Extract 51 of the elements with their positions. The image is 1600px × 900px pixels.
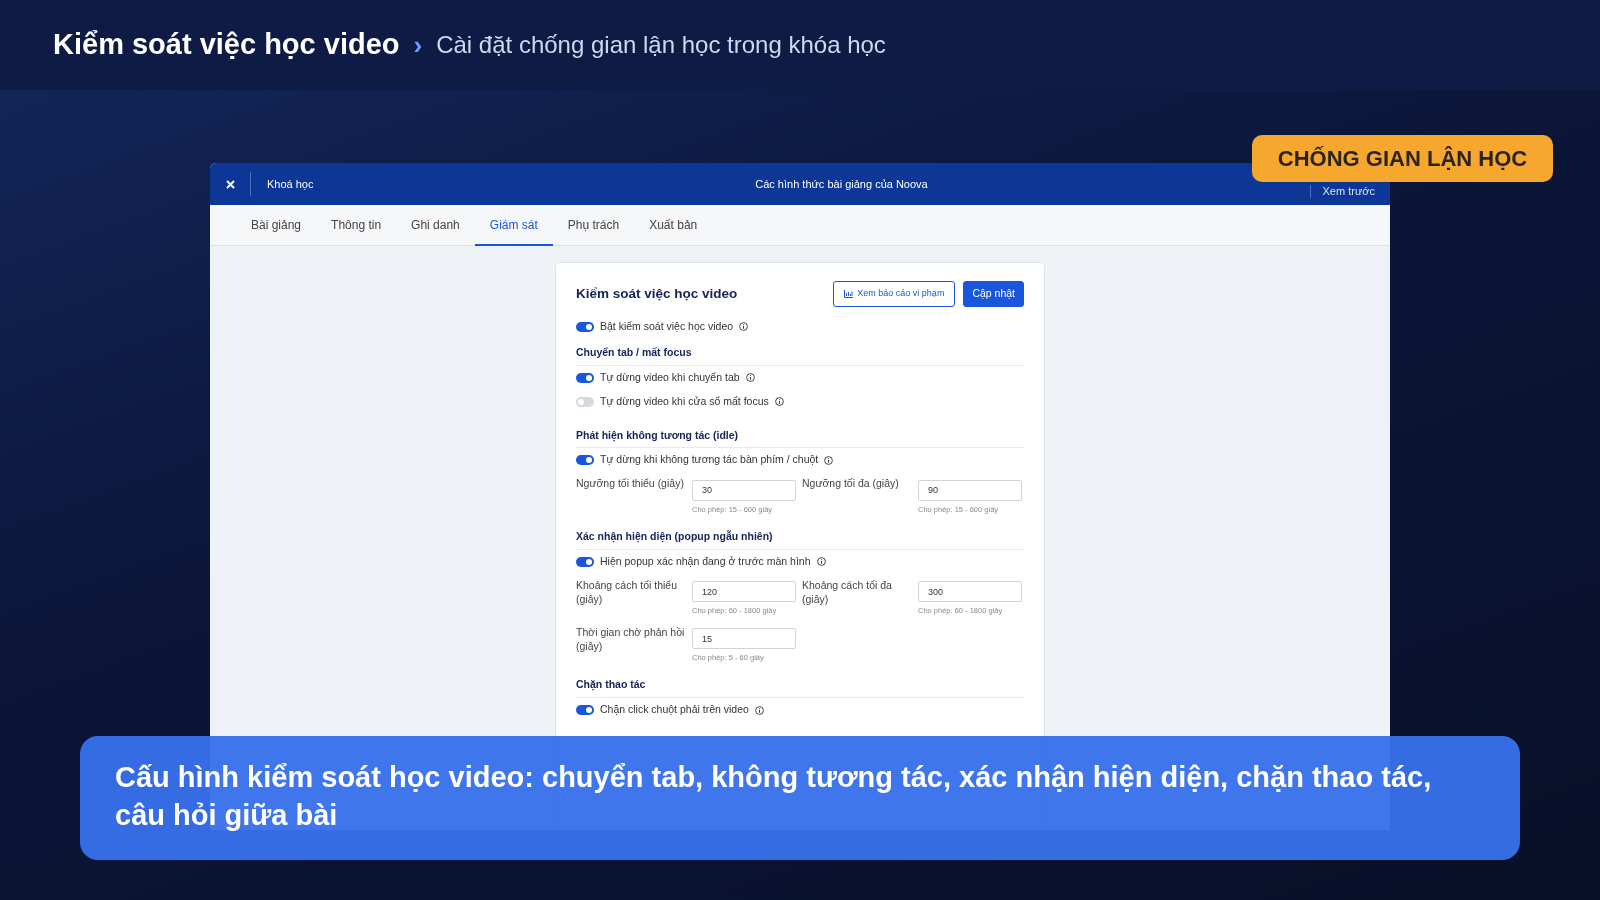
card-title: Kiểm soát việc học video [576,284,738,303]
preview-link[interactable]: Xem trước [1309,185,1375,198]
toggle-label: Tự dừng video khi chuyển tab [600,369,740,385]
section-heading: Chuyển tab / mất focus [576,344,1024,366]
number-field[interactable]: 300 [918,581,1022,603]
number-field[interactable]: 15 [692,628,796,649]
tab[interactable]: Giám sát [474,205,553,246]
number-field[interactable]: 30 [692,479,796,501]
toggle-label: Bật kiểm soát việc học video [600,318,734,334]
number-field[interactable]: 120 [692,581,796,603]
close-icon [225,179,235,189]
report-button[interactable]: Xem báo cáo vi phạm [833,281,956,307]
tab[interactable]: Bài giảng [236,205,317,246]
tab[interactable]: Phụ trách [552,205,635,246]
window-title: Các hình thức bài giảng của Noova [754,176,929,192]
section-heading: Xác nhận hiện diện (popup ngẫu nhiên) [576,529,1024,550]
info-icon [774,397,784,406]
caption-text: Cấu hình kiểm soát học video: chuyển tab, không tương tác, xác nhận hiện diện, chặn thao tác, câu hỏi giữa bài [80,736,1520,860]
toggle-label: Hiện popup xác nhận đang ở trước màn hình [600,553,811,569]
toggle-switch[interactable] [576,321,594,332]
toggle-switch[interactable] [576,556,594,567]
toggle-label: Tự dừng khi không tương tác bàn phím / chuột [600,452,819,468]
number-field[interactable]: 90 [918,479,1022,501]
info-icon [816,557,826,567]
back-link[interactable]: Khoá học [267,175,314,193]
toggle-label: Chặn click chuột phải trên video [600,702,749,718]
bar-chart-icon [844,289,854,298]
update-button[interactable]: Cập nhật [963,281,1024,307]
tab[interactable]: Thông tin [316,205,397,246]
field-label: Ngưỡng tối đa (giây) [802,476,900,492]
info-icon [745,373,755,382]
toggle-switch[interactable] [576,705,594,715]
toggle-label: Tự dừng video khi cửa sổ mất focus [600,393,769,409]
info-icon [754,705,764,715]
page-subtitle: Cài đặt chống gian lận học trong khóa học [436,30,886,60]
tab[interactable]: Xuất bản [634,205,713,246]
tab[interactable]: Ghi danh [396,205,475,246]
section-heading: Phát hiện không tương tác (idle) [576,427,1024,449]
field-label: Thời gian chờ phản hồi (giây) [576,624,686,654]
breadcrumb-separator: › [413,28,423,62]
field-label: Ngưỡng tối thiểu (giây) [576,476,685,492]
section-heading: Chặn thao tác [576,677,1024,698]
info-icon [824,455,834,465]
toggle-switch[interactable] [576,372,594,383]
info-icon [739,322,749,332]
toggle-switch[interactable] [576,396,594,407]
field-label: Khoảng cách tối thiểu (giây) [576,577,678,607]
page-title: Kiểm soát việc học video [53,27,400,63]
field-label: Khoảng cách tối đa (giây) [802,577,893,607]
toggle-switch[interactable] [576,455,594,466]
feature-badge: CHỐNG GIAN LẬN HỌC [1252,135,1553,182]
